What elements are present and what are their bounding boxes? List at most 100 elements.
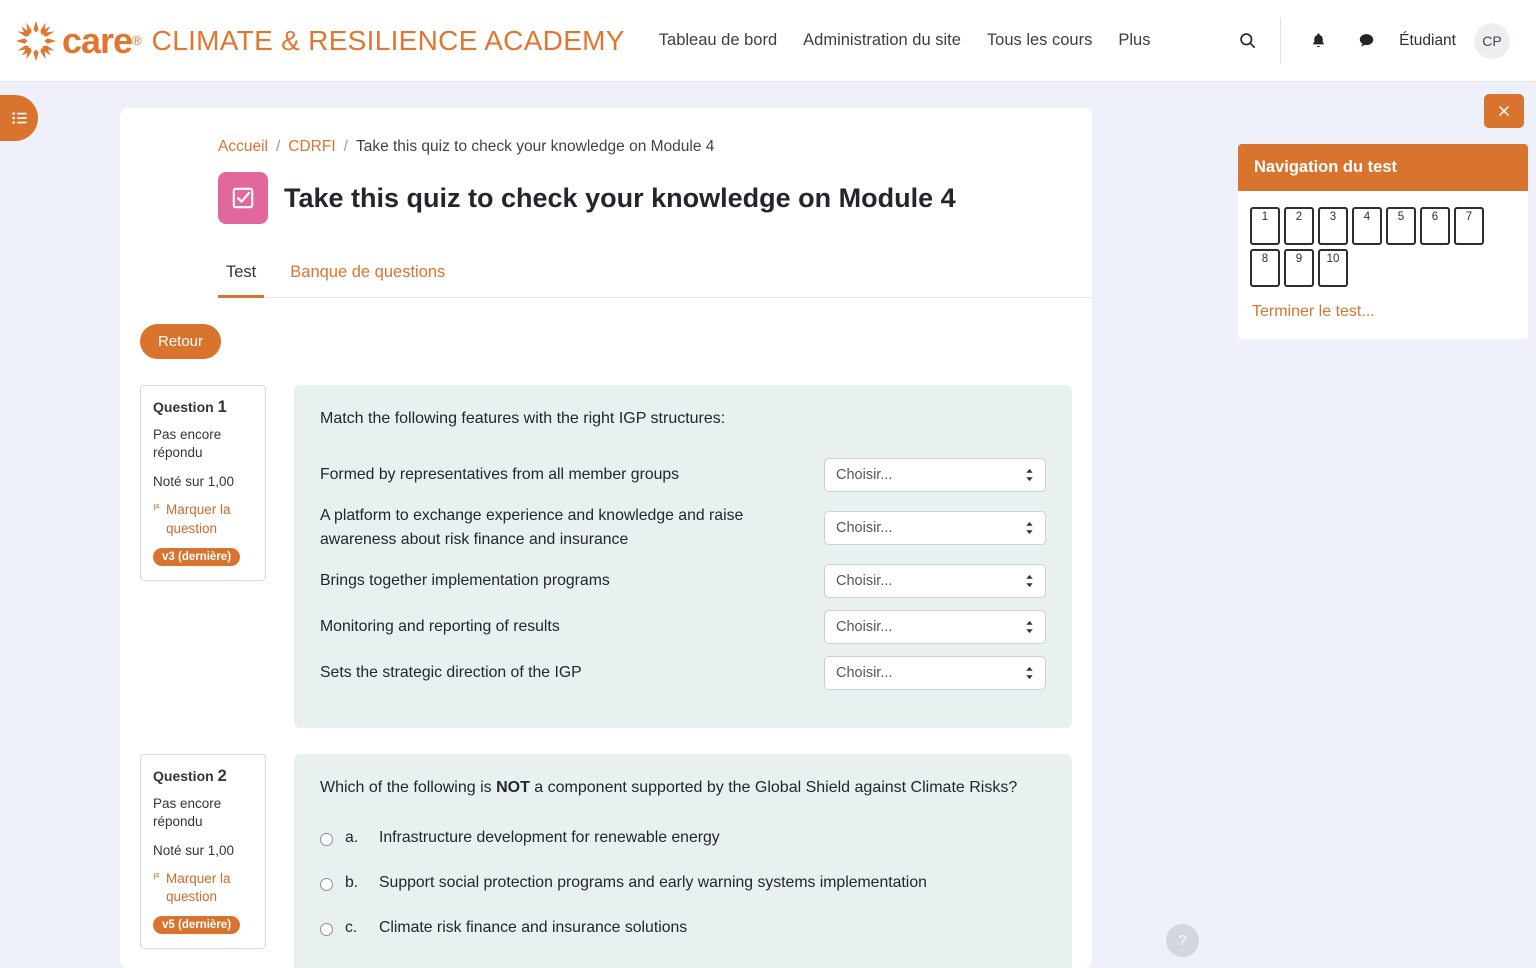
- question-number-value: 2: [217, 766, 227, 785]
- question-nav-button-7[interactable]: 7: [1454, 207, 1484, 245]
- matching-select[interactable]: Choisir...: [824, 609, 1046, 644]
- question-number-value: 1: [217, 398, 227, 416]
- radio-button[interactable]: [320, 922, 333, 936]
- chevron-updown-icon: [1026, 574, 1033, 587]
- matching-row: Sets the strategic direction of the IGP …: [320, 655, 1046, 690]
- question-number-label: Question: [153, 399, 214, 415]
- question-nav-button-10[interactable]: 10: [1318, 249, 1348, 287]
- question-info-panel: Question 1 Pas encore répondu Noté sur 1…: [140, 385, 266, 581]
- matching-item-label: A platform to exchange experience and kn…: [320, 507, 744, 548]
- question-nav-button-9[interactable]: 9: [1284, 249, 1314, 287]
- finish-attempt-link[interactable]: Terminer le test...: [1250, 303, 1516, 321]
- answer-option[interactable]: a. Infrastructure development for renewa…: [320, 829, 1046, 847]
- answer-option[interactable]: b. Support social protection programs an…: [320, 874, 1046, 892]
- flag-question-button[interactable]: Marquer la question: [153, 501, 253, 537]
- quiz-checkbox-icon: [218, 172, 268, 224]
- help-button[interactable]: ?: [1166, 924, 1199, 957]
- chevron-updown-icon: [1026, 469, 1033, 482]
- question-version-badge: v3 (dernière): [153, 547, 241, 566]
- sidebar-drawer-toggle[interactable]: [0, 95, 38, 141]
- nav-item-more[interactable]: Plus: [1118, 31, 1150, 50]
- page-title-row: Take this quiz to check your knowledge o…: [120, 156, 1092, 224]
- flag-question-label: Marquer la question: [166, 871, 231, 905]
- list-menu-icon: [12, 112, 27, 124]
- flag-icon: [154, 873, 160, 880]
- breadcrumb-course[interactable]: CDRFI: [288, 138, 335, 156]
- option-text: Infrastructure development for renewable…: [379, 828, 720, 846]
- quiz-navigation-title: Navigation du test: [1238, 144, 1528, 191]
- question-prompt-emphasis: NOT: [496, 778, 530, 796]
- matching-select-value: Choisir...: [836, 572, 893, 589]
- header-actions: Étudiant CP: [1232, 17, 1536, 64]
- matching-item-label: Formed by representatives from all membe…: [320, 466, 680, 484]
- matching-row: Monitoring and reporting of results Choi…: [320, 609, 1046, 644]
- flag-question-button[interactable]: Marquer la question: [153, 870, 253, 906]
- option-key: a.: [345, 828, 359, 846]
- tab-test[interactable]: Test: [218, 254, 265, 298]
- question-nav-button-1[interactable]: 1: [1250, 207, 1280, 245]
- breadcrumb-separator: /: [343, 138, 348, 155]
- answer-option[interactable]: c. Climate risk finance and insurance so…: [320, 919, 1046, 937]
- matching-select[interactable]: Choisir...: [824, 510, 1046, 545]
- page-title: Take this quiz to check your knowledge o…: [284, 182, 956, 213]
- question-nav-button-8[interactable]: 8: [1250, 249, 1280, 287]
- breadcrumb: Accueil / CDRFI / Take this quiz to chec…: [120, 108, 1092, 156]
- brand-logo[interactable]: care ® CLIMATE & RESILIENCE ACADEMY: [14, 19, 625, 63]
- option-text: Support social protection programs and e…: [379, 873, 927, 891]
- question-nav-button-6[interactable]: 6: [1420, 207, 1450, 245]
- matching-select-value: Choisir...: [836, 664, 893, 681]
- close-icon: [1499, 106, 1509, 116]
- messages-bubble-icon[interactable]: [1351, 26, 1381, 56]
- flag-question-label: Marquer la question: [166, 502, 231, 536]
- option-key: c.: [345, 918, 358, 936]
- breadcrumb-separator: /: [275, 138, 281, 155]
- notifications-bell-icon[interactable]: [1303, 26, 1333, 56]
- question-body: Which of the following is NOT a componen…: [294, 753, 1072, 968]
- matching-item-label: Sets the strategic direction of the IGP: [320, 663, 582, 681]
- question-row: Question 2 Pas encore répondu Noté sur 1…: [140, 753, 1072, 968]
- search-icon[interactable]: [1232, 26, 1262, 56]
- chevron-updown-icon: [1026, 666, 1033, 679]
- quiz-navigation-body: 1 2 3 4 5 6 7 8 9 10 Terminer le test...: [1238, 191, 1528, 339]
- question-row: Question 1 Pas encore répondu Noté sur 1…: [140, 385, 1072, 728]
- quiz-page-card: Accueil / CDRFI / Take this quiz to chec…: [120, 108, 1092, 968]
- nav-item-all-courses[interactable]: Tous les cours: [987, 31, 1092, 50]
- tab-question-bank[interactable]: Banque de questions: [282, 254, 453, 298]
- breadcrumb-home[interactable]: Accueil: [218, 138, 268, 156]
- question-nav-button-2[interactable]: 2: [1284, 207, 1314, 245]
- brand-subtitle: CLIMATE & RESILIENCE ACADEMY: [151, 24, 625, 56]
- matching-select[interactable]: Choisir...: [824, 563, 1046, 598]
- primary-navigation: Tableau de bord Administration du site T…: [659, 31, 1151, 50]
- back-button[interactable]: Retour: [140, 324, 222, 359]
- breadcrumb-current: Take this quiz to check your knowledge o…: [355, 138, 715, 155]
- nav-item-site-administration[interactable]: Administration du site: [803, 31, 961, 50]
- matching-row: A platform to exchange experience and kn…: [320, 504, 1046, 551]
- question-marks: Noté sur 1,00: [153, 474, 235, 490]
- matching-select-value: Choisir...: [836, 618, 893, 635]
- question-nav-button-3[interactable]: 3: [1318, 207, 1348, 245]
- chevron-updown-icon: [1026, 620, 1033, 633]
- question-number-grid: 1 2 3 4 5 6 7 8 9 10: [1250, 207, 1516, 287]
- radio-button[interactable]: [320, 877, 333, 891]
- matching-item-label: Monitoring and reporting of results: [320, 617, 560, 635]
- question-number-label: Question: [153, 767, 214, 784]
- question-body: Match the following features with the ri…: [294, 385, 1072, 728]
- user-role-label: Étudiant: [1399, 31, 1456, 49]
- quiz-tabs: Test Banque de questions: [218, 254, 1092, 298]
- matching-select[interactable]: Choisir...: [824, 655, 1046, 690]
- radio-button[interactable]: [320, 832, 333, 846]
- option-key: b.: [345, 873, 359, 891]
- site-header: care ® CLIMATE & RESILIENCE ACADEMY Tabl…: [0, 0, 1536, 82]
- question-prompt: Match the following features with the ri…: [320, 410, 726, 427]
- question-number: Question 1: [153, 398, 253, 417]
- question-nav-button-4[interactable]: 4: [1352, 207, 1382, 245]
- matching-select-value: Choisir...: [836, 519, 893, 536]
- question-nav-button-5[interactable]: 5: [1386, 207, 1416, 245]
- matching-row: Formed by representatives from all membe…: [320, 458, 1046, 493]
- avatar[interactable]: CP: [1474, 22, 1510, 59]
- close-drawer-button[interactable]: [1484, 94, 1524, 128]
- nav-item-dashboard[interactable]: Tableau de bord: [659, 31, 777, 50]
- matching-select[interactable]: Choisir...: [824, 458, 1046, 493]
- question-prompt: Which of the following is NOT a componen…: [320, 776, 1046, 799]
- answer-options: a. Infrastructure development for renewa…: [320, 829, 1046, 937]
